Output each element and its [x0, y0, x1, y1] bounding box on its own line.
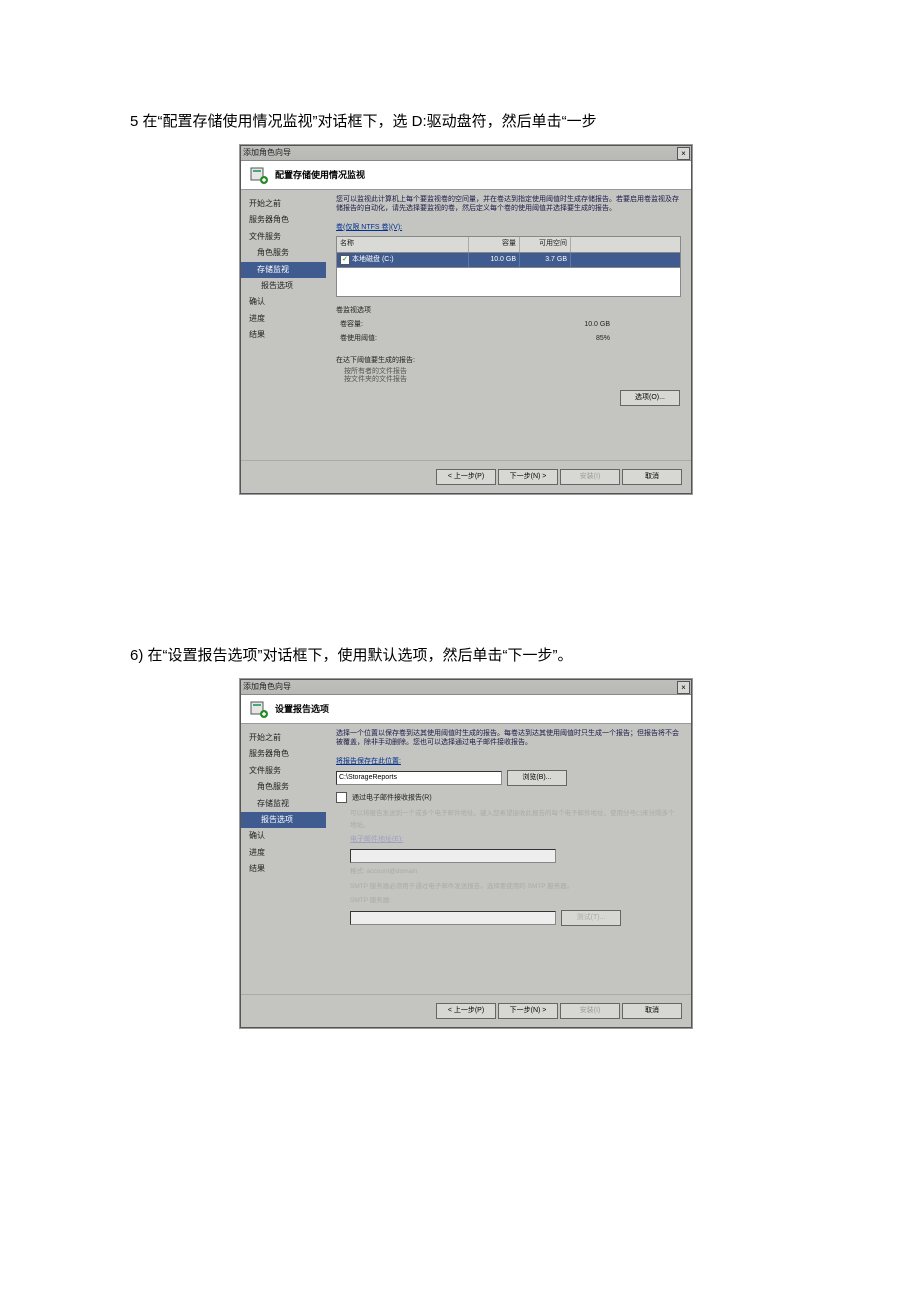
save-location-label: 将报告保存在此位置: [336, 756, 681, 769]
sidebar-item-server-roles[interactable]: 服务器角色 [241, 212, 326, 228]
sidebar-item-result[interactable]: 结果 [241, 861, 326, 877]
prev-button[interactable]: < 上一步(P) [436, 1003, 496, 1019]
sidebar-item-confirm[interactable]: 确认 [241, 828, 326, 844]
sidebar-item-result[interactable]: 结果 [241, 327, 326, 343]
next-button[interactable]: 下一步(N) > [498, 469, 558, 485]
pair-threshold: 卷使用阈值: 85% [336, 332, 614, 347]
dialog-report-options: 添加角色向导 × 设置报告选项 开始之前 服务器角色 文件服务 角色服务 存储监… [240, 679, 692, 1028]
close-icon[interactable]: × [677, 147, 690, 160]
test-button: 测试(T)... [561, 910, 621, 926]
dialog-titlebar: 添加角色向导 × [241, 146, 691, 161]
dialog-storage-monitoring: 添加角色向导 × 配置存储使用情况监视 开始之前 服务器角色 文件服务 角色服务… [240, 145, 692, 494]
options-button[interactable]: 选项(O)... [620, 390, 680, 406]
cancel-button[interactable]: 取消 [622, 1003, 682, 1019]
banner-title: 设置报告选项 [275, 701, 329, 717]
wizard-sidebar: 开始之前 服务器角色 文件服务 角色服务 存储监视 报告选项 确认 进度 结果 [241, 724, 326, 994]
volume-free: 3.7 GB [520, 253, 571, 268]
col-name: 名称 [337, 237, 469, 252]
description-text: 选择一个位置以保存卷到达其使用阈值时生成的报告。每卷达到达其使用阈值时只生成一个… [336, 730, 681, 748]
report-line-2: 按文件夹的文件报告 [336, 376, 681, 384]
monitor-options-title: 卷监视选项 [336, 305, 681, 318]
col-capacity: 容量 [469, 237, 520, 252]
email-checkbox[interactable] [336, 792, 347, 803]
dialog-footer: < 上一步(P) 下一步(N) > 安装(I) 取消 [241, 994, 691, 1027]
pair-capacity: 卷容量: 10.0 GB [336, 318, 614, 333]
sidebar-item-storage-monitoring[interactable]: 存储监视 [241, 796, 326, 812]
sidebar-item-before[interactable]: 开始之前 [241, 730, 326, 746]
smtp-field [350, 911, 556, 925]
smtp-label: SMTP 服务器: [350, 895, 681, 907]
sidebar-item-before[interactable]: 开始之前 [241, 196, 326, 212]
wizard-sidebar: 开始之前 服务器角色 文件服务 角色服务 存储监视 报告选项 确认 进度 结果 [241, 190, 326, 460]
email-format-hint: 格式: account@domain [350, 866, 681, 878]
sidebar-item-progress[interactable]: 进度 [241, 845, 326, 861]
col-free: 可用空间 [520, 237, 571, 252]
caption-step6: 6) 在“设置报告选项”对话框下，使用默认选项，然后单击“下一步”。 [130, 642, 790, 669]
sidebar-item-role-services[interactable]: 角色服务 [241, 779, 326, 795]
prev-button[interactable]: < 上一步(P) [436, 469, 496, 485]
checkbox-icon[interactable]: ✓ [340, 255, 350, 265]
dialog-title-text: 添加角色向导 [243, 146, 291, 160]
sidebar-item-file-services[interactable]: 文件服务 [241, 229, 326, 245]
dialog-banner: 配置存储使用情况监视 [241, 161, 691, 190]
sidebar-item-confirm[interactable]: 确认 [241, 294, 326, 310]
pair-threshold-label: 卷使用阈值: [340, 333, 377, 346]
volumes-label: 卷(仅限 NTFS 卷)(V): [336, 222, 681, 235]
dialog-footer: < 上一步(P) 下一步(N) > 安装(I) 取消 [241, 460, 691, 493]
volumes-list-empty [336, 268, 681, 297]
sidebar-item-report-options[interactable]: 报告选项 [241, 812, 326, 828]
volume-row-c[interactable]: ✓本地磁盘 (C:) 10.0 GB 3.7 GB [336, 253, 681, 269]
sidebar-item-storage-monitoring[interactable]: 存储监视 [241, 262, 326, 278]
browse-button[interactable]: 浏览(B)... [507, 770, 567, 786]
next-button[interactable]: 下一步(N) > [498, 1003, 558, 1019]
install-button: 安装(I) [560, 1003, 620, 1019]
dialog-title-text: 添加角色向导 [243, 680, 291, 694]
volume-name: 本地磁盘 (C:) [352, 256, 394, 263]
install-button: 安装(I) [560, 469, 620, 485]
sidebar-item-report-options[interactable]: 报告选项 [241, 278, 326, 294]
pair-capacity-label: 卷容量: [340, 319, 363, 332]
server-icon [249, 165, 269, 185]
volumes-header: 名称 容量 可用空间 [336, 236, 681, 253]
close-icon[interactable]: × [677, 681, 690, 694]
pair-capacity-value: 10.0 GB [584, 319, 610, 332]
dialog-banner: 设置报告选项 [241, 695, 691, 724]
server-icon [249, 699, 269, 719]
email-checkbox-label: 通过电子邮件接收报告(R) [352, 794, 432, 801]
description-text: 您可以监视此计算机上每个要监视卷的空间量，并在卷达到指定使用阈值时生成存储报告。… [336, 196, 681, 214]
smtp-note: SMTP 服务器必须用于通过电子邮件发送报告。选择要使用的 SMTP 服务器。 [350, 881, 681, 893]
dialog-content: 您可以监视此计算机上每个要监视卷的空间量，并在卷达到指定使用阈值时生成存储报告。… [326, 190, 691, 460]
email-field [350, 849, 556, 863]
email-label: 电子邮件地址(E): [350, 834, 681, 847]
dialog-titlebar: 添加角色向导 × [241, 680, 691, 695]
email-note: 可以将报告发送到一个或多个电子邮件地址。键入您希望接收此报告的每个电子邮件地址，… [350, 808, 681, 831]
caption-step5: 5 在“配置存储使用情况监视”对话框下，选 D:驱动盘符，然后单击“一步 [130, 108, 790, 135]
sidebar-item-role-services[interactable]: 角色服务 [241, 245, 326, 261]
cancel-button[interactable]: 取消 [622, 469, 682, 485]
reports-line: 在达下阈值要生成的报告: [336, 355, 681, 368]
save-path-field[interactable]: C:\StorageReports [336, 771, 502, 785]
dialog-content: 选择一个位置以保存卷到达其使用阈值时生成的报告。每卷达到达其使用阈值时只生成一个… [326, 724, 691, 994]
sidebar-item-server-roles[interactable]: 服务器角色 [241, 746, 326, 762]
sidebar-item-file-services[interactable]: 文件服务 [241, 763, 326, 779]
banner-title: 配置存储使用情况监视 [275, 167, 365, 183]
pair-threshold-value: 85% [596, 333, 610, 346]
report-line-1: 按所有者的文件报告 [336, 368, 681, 376]
volume-capacity: 10.0 GB [469, 253, 520, 268]
sidebar-item-progress[interactable]: 进度 [241, 311, 326, 327]
